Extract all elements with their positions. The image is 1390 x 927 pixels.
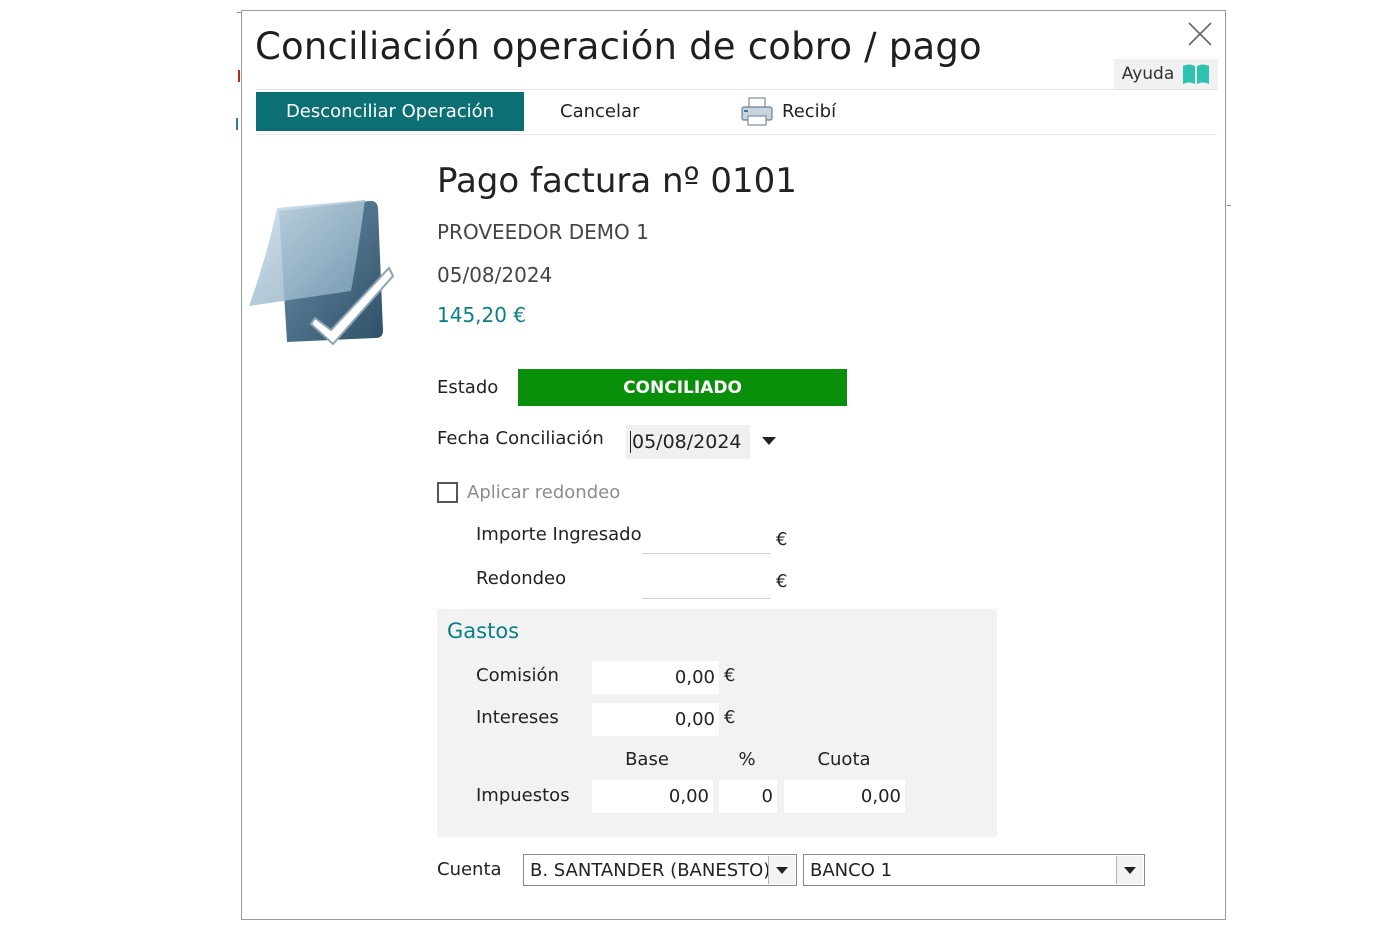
column-header-base: Base [625,749,669,770]
document-check-icon [249,200,395,346]
status-label: Estado [437,377,499,398]
background-window-edge [1227,205,1231,206]
operation-title: Pago factura nº 0101 [437,161,797,201]
rounding-input[interactable] [642,566,770,599]
gastos-title: Gastos [447,619,520,643]
dialog-title: Conciliación operación de cobro / pago [255,25,982,68]
commission-label: Comisión [476,665,559,686]
chevron-down-icon [768,856,795,884]
receipt-button[interactable]: Recibí [740,92,836,131]
entered-amount-currency: € [776,529,788,550]
commission-input[interactable]: 0,00 [592,661,719,694]
column-header-percent: % [738,749,756,770]
toolbar-top-divider [256,89,1217,90]
operation-amount: 145,20 € [437,303,527,327]
operation-date: 05/08/2024 [437,263,553,287]
account-label: Cuenta [437,859,502,880]
tax-base-input[interactable]: 0,00 [592,780,713,813]
supplier-name: PROVEEDOR DEMO 1 [437,220,649,244]
close-button[interactable] [1187,21,1213,47]
account-select-value: BANCO 1 [810,859,893,881]
printer-icon [741,96,773,126]
bank-select-value: B. SANTANDER (BANESTO) [530,859,771,881]
book-icon [1183,64,1210,84]
commission-currency: € [724,665,736,686]
rounding-currency: € [776,571,788,592]
entered-amount-input[interactable] [642,521,770,554]
unreconcile-button[interactable]: Desconciliar Operación [256,92,524,131]
column-header-quota: Cuota [817,749,871,770]
help-label: Ayuda [1121,64,1175,84]
tax-quota-input[interactable]: 0,00 [784,780,905,813]
rounding-label: Redondeo [476,568,567,589]
bank-select[interactable]: B. SANTANDER (BANESTO) [523,854,797,886]
reconcile-dialog: Conciliación operación de cobro / pago A… [241,10,1226,920]
interest-input[interactable]: 0,00 [592,703,719,736]
apply-rounding-label: Aplicar redondeo [467,482,621,503]
text-caret [630,431,631,453]
gastos-panel: Gastos Comisión 0,00 € Intereses 0,00 € … [437,609,997,837]
toolbar-bottom-divider [256,134,1217,135]
background-window-edge [236,118,238,130]
interest-label: Intereses [476,707,559,728]
tax-percent-input[interactable]: 0 [719,780,777,813]
date-dropdown-arrow[interactable] [762,437,776,445]
cancel-button[interactable]: Cancelar [560,92,639,131]
status-badge: CONCILIADO [518,369,847,406]
close-icon [1188,22,1212,46]
entered-amount-label: Importe Ingresado [476,524,642,545]
account-select[interactable]: BANCO 1 [803,854,1145,886]
background-window-edge [238,70,240,82]
chevron-down-icon [1116,856,1143,884]
reconcile-date-value: 05/08/2024 [632,431,742,453]
cancel-label: Cancelar [560,101,640,122]
reconcile-date-label: Fecha Conciliación [437,428,604,449]
interest-currency: € [724,707,736,728]
apply-rounding-checkbox[interactable] [437,482,458,503]
reconcile-date-input[interactable]: 05/08/2024 [626,425,750,459]
receipt-label: Recibí [782,101,837,122]
taxes-label: Impuestos [476,785,570,806]
help-button[interactable]: Ayuda [1114,59,1218,89]
